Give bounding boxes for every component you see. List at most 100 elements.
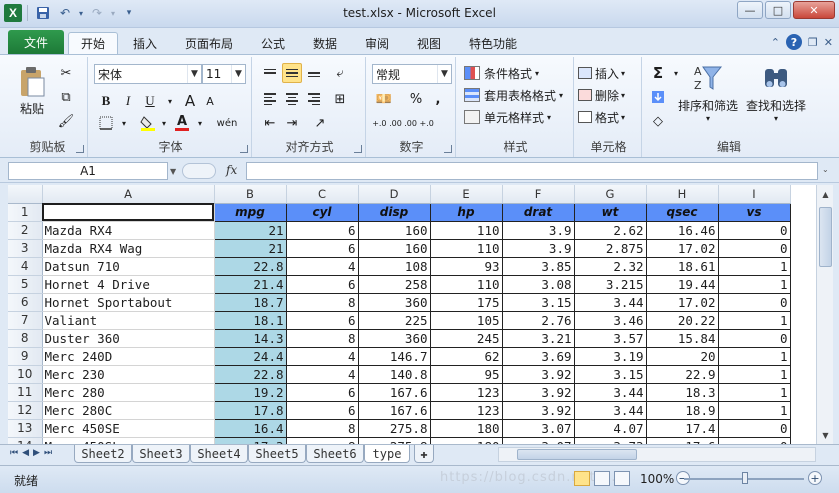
cell[interactable]: 180	[430, 437, 503, 444]
cell[interactable]: vs	[718, 203, 791, 222]
align-right-icon[interactable]	[304, 89, 324, 109]
cell[interactable]: 3.57	[574, 329, 647, 348]
cell[interactable]: 1	[718, 401, 791, 420]
cell[interactable]: 123	[430, 383, 503, 402]
row-header[interactable]: 7	[8, 311, 43, 330]
cell[interactable]: 275.8	[358, 419, 431, 438]
cell[interactable]: 175	[430, 293, 503, 312]
cell[interactable]: 6	[286, 401, 359, 420]
underline-button[interactable]: U	[140, 91, 160, 111]
tab-formulas[interactable]: 公式	[252, 32, 294, 54]
chevron-down-icon[interactable]: ▼	[187, 65, 201, 83]
cell[interactable]: 360	[358, 329, 431, 348]
sheet-tab-sheet3[interactable]: Sheet3	[132, 445, 190, 463]
cell[interactable]: 3.73	[574, 437, 647, 444]
number-format-combo[interactable]: 常规 ▼	[372, 64, 452, 84]
align-left-icon[interactable]	[260, 89, 280, 109]
tab-view[interactable]: 视图	[408, 32, 450, 54]
row-header[interactable]: 13	[8, 419, 43, 438]
align-top-icon[interactable]	[260, 63, 280, 83]
cell[interactable]: 6	[286, 275, 359, 294]
insert-sheet-icon[interactable]: ✚	[414, 445, 434, 463]
cell[interactable]: 22.8	[214, 365, 287, 384]
cell[interactable]: Duster 360	[42, 329, 215, 348]
vertical-scrollbar[interactable]: ▲ ▼	[816, 185, 833, 444]
cell[interactable]: 1	[718, 365, 791, 384]
tab-review[interactable]: 审阅	[356, 32, 398, 54]
accounting-format-icon[interactable]: 💴	[374, 89, 394, 109]
maximize-button[interactable]: □	[765, 1, 791, 19]
cell[interactable]: 4	[286, 365, 359, 384]
find-select-button[interactable]: 查找和选择 ▾	[742, 61, 810, 125]
cell[interactable]: Datsun 710	[42, 257, 215, 276]
zoom-in-button[interactable]: +	[808, 471, 822, 485]
cell[interactable]: qsec	[646, 203, 719, 222]
cell[interactable]: 4	[286, 257, 359, 276]
name-box[interactable]: A1	[8, 162, 168, 180]
cell[interactable]: 18.7	[214, 293, 287, 312]
cell[interactable]: 160	[358, 239, 431, 258]
font-name-combo[interactable]: 宋体 ▼	[94, 64, 202, 84]
font-color-icon[interactable]: A	[172, 113, 192, 133]
sheet-tab-type[interactable]: type	[364, 445, 410, 463]
border-dropdown-icon[interactable]: ▾	[114, 113, 134, 133]
cell[interactable]: 3.215	[574, 275, 647, 294]
row-header[interactable]: 10	[8, 365, 43, 384]
fill-icon[interactable]	[648, 87, 668, 107]
cell[interactable]: 95	[430, 365, 503, 384]
cell[interactable]: 3.07	[502, 437, 575, 444]
border-icon[interactable]	[96, 113, 116, 133]
column-header-f[interactable]: F	[502, 185, 575, 204]
last-sheet-icon[interactable]: ⏭	[44, 448, 52, 458]
insert-function-icon[interactable]: fx	[226, 163, 237, 177]
cell[interactable]: 2.32	[574, 257, 647, 276]
insert-cells-button[interactable]: 插入 ▾	[578, 63, 625, 83]
column-header-h[interactable]: H	[646, 185, 719, 204]
minimize-button[interactable]: —	[737, 1, 763, 19]
cell[interactable]: disp	[358, 203, 431, 222]
sort-filter-button[interactable]: AZ 排序和筛选 ▾	[678, 61, 738, 125]
cell[interactable]: 21	[214, 221, 287, 240]
cell[interactable]: 17.02	[646, 293, 719, 312]
cell[interactable]: 2.76	[502, 311, 575, 330]
next-sheet-icon[interactable]: ▶	[33, 448, 40, 458]
cell[interactable]: Merc 230	[42, 365, 215, 384]
cell[interactable]: 18.1	[214, 311, 287, 330]
cell[interactable]: Mazda RX4 Wag	[42, 239, 215, 258]
cell[interactable]: 0	[718, 293, 791, 312]
cell[interactable]: 18.9	[646, 401, 719, 420]
cell[interactable]: 22.8	[214, 257, 287, 276]
row-header[interactable]: 12	[8, 401, 43, 420]
cell[interactable]: hp	[430, 203, 503, 222]
close-workbook-icon[interactable]: ✕	[824, 36, 833, 49]
page-layout-view-button[interactable]	[594, 471, 610, 486]
cell[interactable]: 3.9	[502, 221, 575, 240]
cell[interactable]: 16.46	[646, 221, 719, 240]
cell[interactable]: Merc 450SE	[42, 419, 215, 438]
paste-button[interactable]: 粘贴	[12, 61, 52, 121]
percent-style-button[interactable]: %	[406, 89, 426, 109]
row-header[interactable]: 11	[8, 383, 43, 402]
cell[interactable]: 6	[286, 311, 359, 330]
help-icon[interactable]: ?	[785, 34, 802, 50]
cell[interactable]: 4.07	[574, 419, 647, 438]
cell[interactable]: 8	[286, 329, 359, 348]
cell[interactable]: 17.4	[646, 419, 719, 438]
cell[interactable]: 0	[718, 239, 791, 258]
normal-view-button[interactable]	[574, 471, 590, 486]
alignment-launcher-icon[interactable]	[354, 145, 362, 153]
cell-styles-button[interactable]: 单元格样式 ▾	[464, 107, 551, 127]
cell[interactable]: 3.08	[502, 275, 575, 294]
increase-decimal-button[interactable]: +.0 .00	[372, 113, 402, 133]
cell[interactable]: 108	[358, 257, 431, 276]
cell[interactable]: 14.3	[214, 329, 287, 348]
cell[interactable]: 225	[358, 311, 431, 330]
cell[interactable]: 6	[286, 221, 359, 240]
vertical-scroll-thumb[interactable]	[819, 207, 832, 267]
font-color-dropdown-icon[interactable]: ▾	[190, 113, 210, 133]
cell[interactable]: 3.15	[574, 365, 647, 384]
cell[interactable]: 1	[718, 275, 791, 294]
select-all-corner[interactable]	[8, 185, 43, 204]
formula-input[interactable]	[246, 162, 818, 180]
underline-dropdown-icon[interactable]: ▾	[160, 91, 180, 111]
